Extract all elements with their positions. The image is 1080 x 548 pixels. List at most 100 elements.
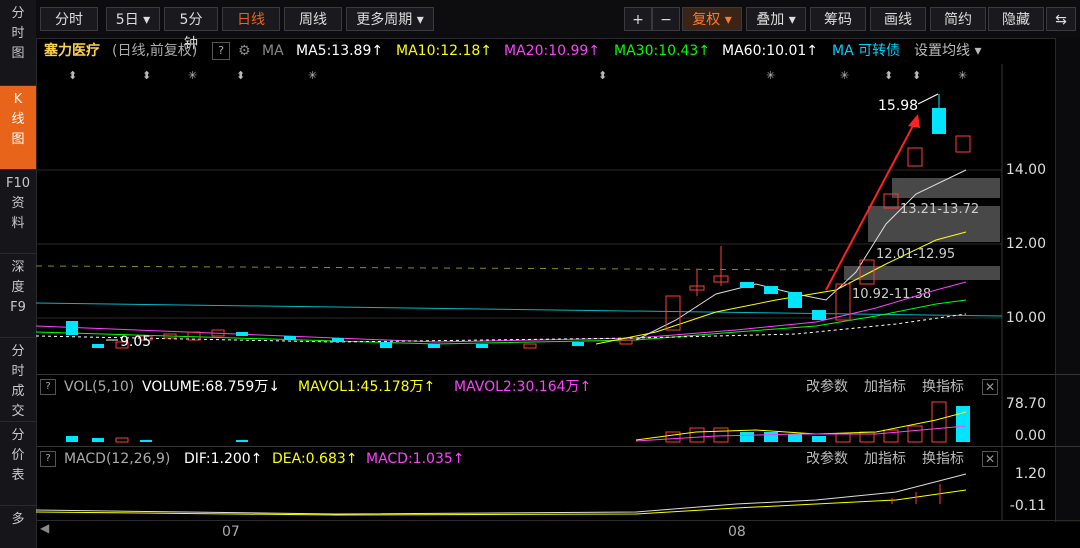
mavol1-value: MAVOL1:45.178万↑ <box>298 379 436 395</box>
dea-value: DEA:0.683↑ <box>272 451 358 467</box>
time-scrollbar[interactable]: ◀ <box>36 520 1080 537</box>
tab-5day[interactable]: 5日 ▾ <box>106 7 160 31</box>
zone3-label: 10.92-11.38 <box>852 287 931 302</box>
sidebar-item-price-table[interactable]: 分 价 表 <box>0 422 36 506</box>
y-tick-10: 10.00 <box>1005 310 1046 326</box>
candle[interactable] <box>523 343 537 349</box>
vol-ymax: 78.70 <box>1005 396 1046 412</box>
y-tick-12: 12.00 <box>1005 236 1046 252</box>
stock-name: 塞力医疗 <box>44 43 100 59</box>
ma60-value: MA60:10.01↑ <box>722 43 818 59</box>
help-icon[interactable]: ? <box>212 42 230 60</box>
event-markers: ⬍ ⬍ ✳ ⬍ ✳ ⬍ ✳ ✳ ⬍ ⬍ ✳ <box>68 69 967 82</box>
ma-level-line <box>36 302 1003 317</box>
candle[interactable] <box>332 338 344 342</box>
x-tick-07: 07 <box>222 524 240 540</box>
ma5-value: MA5:13.89↑ <box>296 43 384 59</box>
left-sidebar: 分 时 图 K 线 图 F10 资 料 深 度 F9 分 时 成 交 分 价 表… <box>0 0 37 548</box>
sidebar-item-f10[interactable]: F10 资 料 <box>0 170 36 254</box>
volume-value: VOLUME:68.759万↓ <box>142 379 281 395</box>
candle[interactable] <box>740 282 754 288</box>
macd-params-button[interactable]: 改参数 <box>806 447 848 471</box>
zone2-label: 12.01-12.95 <box>876 247 955 262</box>
simple-mode-button[interactable]: 简约 <box>930 7 986 31</box>
sidebar-item-kline[interactable]: K 线 图 <box>0 86 36 170</box>
macd-switch-indicator-button[interactable]: 换指标 <box>922 447 964 471</box>
chart-mode: (日线,前复权) <box>112 43 198 59</box>
vol-switch-indicator-button[interactable]: 换指标 <box>922 375 964 399</box>
event-marker[interactable]: ⬍ <box>236 69 245 82</box>
low-price-label: 9.05 <box>120 334 151 350</box>
event-marker[interactable]: ⬍ <box>68 69 77 82</box>
candle[interactable] <box>66 321 78 335</box>
gear-icon[interactable]: ⚙ <box>238 38 251 64</box>
volume-bars <box>66 401 970 443</box>
chip-zones <box>844 178 1000 280</box>
more-periods-dropdown[interactable]: 更多周期 ▾ <box>346 7 434 31</box>
draw-line-button[interactable]: 画线 <box>870 7 926 31</box>
candle[interactable] <box>236 332 248 336</box>
candle[interactable] <box>932 108 946 134</box>
macd-close-icon[interactable]: ✕ <box>982 451 998 467</box>
candle[interactable] <box>476 344 488 348</box>
macd-title: MACD(12,26,9) <box>64 451 171 467</box>
candle[interactable] <box>788 292 802 308</box>
ma-info-bar: 塞力医疗 (日线,前复权) ? ⚙ MA MA5:13.89↑ MA10:12.… <box>36 38 1080 64</box>
event-marker[interactable]: ✳ <box>958 69 967 82</box>
event-marker[interactable]: ⬍ <box>598 69 607 82</box>
ma-settings-dropdown[interactable]: 设置均线 ▾ <box>914 38 981 64</box>
candle[interactable] <box>572 342 584 346</box>
macd-add-indicator-button[interactable]: 加指标 <box>864 447 906 471</box>
vol-panel-header: ? VOL(5,10) VOLUME:68.759万↓ MAVOL1:45.17… <box>36 374 1080 399</box>
ma-label: MA <box>262 43 284 59</box>
ma10-value: MA10:12.18↑ <box>396 43 492 59</box>
macd-value: MACD:1.035↑ <box>366 451 465 467</box>
event-marker[interactable]: ⬍ <box>912 69 921 82</box>
candle[interactable] <box>284 336 296 340</box>
hide-button[interactable]: 隐藏 <box>988 7 1044 31</box>
vol-add-indicator-button[interactable]: 加指标 <box>864 375 906 399</box>
top-toolbar: 分时 5日 ▾ 5分钟 日线 周线 更多周期 ▾ + − 复权 ▾ 叠加 ▾ 筹… <box>36 0 1080 52</box>
tab-daily[interactable]: 日线 <box>222 7 280 31</box>
candle[interactable] <box>380 342 392 348</box>
tab-5min[interactable]: 5分钟 <box>164 7 218 52</box>
ma-convertible[interactable]: MA 可转债 <box>832 38 900 64</box>
candle[interactable] <box>907 147 923 167</box>
vol-help-icon[interactable]: ? <box>40 379 56 395</box>
macd-help-icon[interactable]: ? <box>40 451 56 467</box>
event-marker[interactable]: ✳ <box>188 69 197 82</box>
chip-zone-3 <box>844 266 1000 280</box>
event-marker[interactable]: ✳ <box>766 69 775 82</box>
x-tick-08: 08 <box>728 524 746 540</box>
zoom-in-button[interactable]: + <box>624 7 652 31</box>
expand-icon[interactable]: ⇆ <box>1046 7 1076 31</box>
vol-params-button[interactable]: 改参数 <box>806 375 848 399</box>
sidebar-item-f9[interactable]: 深 度 F9 <box>0 254 36 338</box>
high-price-label: 15.98 <box>878 98 918 114</box>
dif-curve <box>36 473 967 515</box>
sidebar-item-trades[interactable]: 分 时 成 交 <box>0 338 36 422</box>
scroll-left-icon[interactable]: ◀ <box>40 521 49 535</box>
event-marker[interactable]: ✳ <box>308 69 317 82</box>
fuquan-dropdown[interactable]: 复权 ▾ <box>682 7 742 31</box>
sidebar-item-more[interactable]: 多 <box>0 506 36 548</box>
tab-fenshi[interactable]: 分时 <box>40 7 98 31</box>
event-marker[interactable]: ⬍ <box>142 69 151 82</box>
ma20-value: MA20:10.99↑ <box>504 43 600 59</box>
ma-long-line <box>36 265 837 271</box>
tab-weekly[interactable]: 周线 <box>284 7 342 31</box>
candle[interactable] <box>92 344 104 348</box>
vol-close-icon[interactable]: ✕ <box>982 379 998 395</box>
candle[interactable] <box>764 286 778 294</box>
dif-value: DIF:1.200↑ <box>184 451 263 467</box>
overlay-dropdown[interactable]: 叠加 ▾ <box>746 7 806 31</box>
candle[interactable] <box>428 344 440 348</box>
event-marker[interactable]: ✳ <box>840 69 849 82</box>
chips-button[interactable]: 筹码 <box>810 7 866 31</box>
zone1-label: 13.21-13.72 <box>900 202 979 217</box>
zoom-out-button[interactable]: − <box>652 7 680 31</box>
event-marker[interactable]: ⬍ <box>884 69 893 82</box>
sidebar-item-fenshi[interactable]: 分 时 图 <box>0 0 36 86</box>
candle[interactable] <box>812 310 826 320</box>
candle[interactable] <box>955 135 971 153</box>
